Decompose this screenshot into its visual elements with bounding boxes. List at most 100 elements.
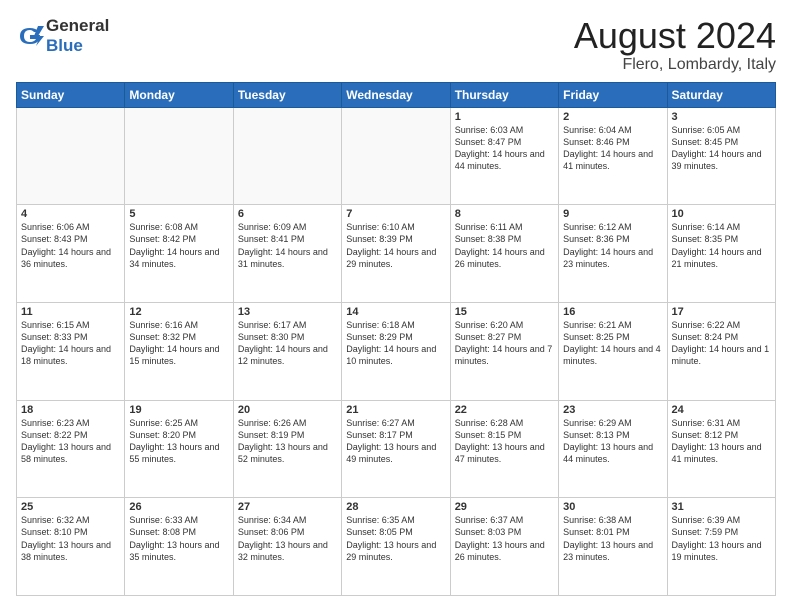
day-cell: 25Sunrise: 6:32 AM Sunset: 8:10 PM Dayli…: [17, 498, 125, 596]
day-cell: 7Sunrise: 6:10 AM Sunset: 8:39 PM Daylig…: [342, 205, 450, 303]
day-info: Sunrise: 6:28 AM Sunset: 8:15 PM Dayligh…: [455, 417, 554, 466]
day-info: Sunrise: 6:39 AM Sunset: 7:59 PM Dayligh…: [672, 514, 771, 563]
logo-blue: Blue: [46, 36, 83, 55]
day-cell: 23Sunrise: 6:29 AM Sunset: 8:13 PM Dayli…: [559, 400, 667, 498]
day-cell: 2Sunrise: 6:04 AM Sunset: 8:46 PM Daylig…: [559, 107, 667, 205]
logo-general: General: [46, 16, 109, 35]
day-number: 23: [563, 404, 662, 416]
day-number: 26: [129, 501, 228, 513]
day-number: 19: [129, 404, 228, 416]
logo-icon: [16, 22, 44, 50]
week-row-4: 18Sunrise: 6:23 AM Sunset: 8:22 PM Dayli…: [17, 400, 776, 498]
day-number: 4: [21, 208, 120, 220]
day-cell: 14Sunrise: 6:18 AM Sunset: 8:29 PM Dayli…: [342, 302, 450, 400]
day-number: 27: [238, 501, 337, 513]
day-number: 13: [238, 306, 337, 318]
day-cell: 28Sunrise: 6:35 AM Sunset: 8:05 PM Dayli…: [342, 498, 450, 596]
day-info: Sunrise: 6:04 AM Sunset: 8:46 PM Dayligh…: [563, 124, 662, 173]
day-info: Sunrise: 6:17 AM Sunset: 8:30 PM Dayligh…: [238, 319, 337, 368]
calendar-table: SundayMondayTuesdayWednesdayThursdayFrid…: [16, 82, 776, 596]
day-of-week-friday: Friday: [559, 82, 667, 107]
day-info: Sunrise: 6:11 AM Sunset: 8:38 PM Dayligh…: [455, 221, 554, 270]
day-number: 17: [672, 306, 771, 318]
day-info: Sunrise: 6:08 AM Sunset: 8:42 PM Dayligh…: [129, 221, 228, 270]
day-number: 11: [21, 306, 120, 318]
day-cell: [233, 107, 341, 205]
day-number: 6: [238, 208, 337, 220]
day-of-week-saturday: Saturday: [667, 82, 775, 107]
day-of-week-wednesday: Wednesday: [342, 82, 450, 107]
day-number: 5: [129, 208, 228, 220]
day-number: 21: [346, 404, 445, 416]
day-number: 18: [21, 404, 120, 416]
day-info: Sunrise: 6:37 AM Sunset: 8:03 PM Dayligh…: [455, 514, 554, 563]
day-info: Sunrise: 6:05 AM Sunset: 8:45 PM Dayligh…: [672, 124, 771, 173]
day-info: Sunrise: 6:06 AM Sunset: 8:43 PM Dayligh…: [21, 221, 120, 270]
day-cell: 5Sunrise: 6:08 AM Sunset: 8:42 PM Daylig…: [125, 205, 233, 303]
day-info: Sunrise: 6:31 AM Sunset: 8:12 PM Dayligh…: [672, 417, 771, 466]
day-cell: 20Sunrise: 6:26 AM Sunset: 8:19 PM Dayli…: [233, 400, 341, 498]
week-row-2: 4Sunrise: 6:06 AM Sunset: 8:43 PM Daylig…: [17, 205, 776, 303]
day-of-week-thursday: Thursday: [450, 82, 558, 107]
day-cell: [17, 107, 125, 205]
week-row-5: 25Sunrise: 6:32 AM Sunset: 8:10 PM Dayli…: [17, 498, 776, 596]
day-info: Sunrise: 6:03 AM Sunset: 8:47 PM Dayligh…: [455, 124, 554, 173]
day-info: Sunrise: 6:27 AM Sunset: 8:17 PM Dayligh…: [346, 417, 445, 466]
day-cell: 31Sunrise: 6:39 AM Sunset: 7:59 PM Dayli…: [667, 498, 775, 596]
day-number: 2: [563, 111, 662, 123]
day-cell: 1Sunrise: 6:03 AM Sunset: 8:47 PM Daylig…: [450, 107, 558, 205]
day-info: Sunrise: 6:26 AM Sunset: 8:19 PM Dayligh…: [238, 417, 337, 466]
day-info: Sunrise: 6:38 AM Sunset: 8:01 PM Dayligh…: [563, 514, 662, 563]
day-info: Sunrise: 6:35 AM Sunset: 8:05 PM Dayligh…: [346, 514, 445, 563]
day-number: 12: [129, 306, 228, 318]
day-of-week-monday: Monday: [125, 82, 233, 107]
day-info: Sunrise: 6:33 AM Sunset: 8:08 PM Dayligh…: [129, 514, 228, 563]
day-number: 20: [238, 404, 337, 416]
day-number: 30: [563, 501, 662, 513]
week-row-3: 11Sunrise: 6:15 AM Sunset: 8:33 PM Dayli…: [17, 302, 776, 400]
page: General Blue August 2024 Flero, Lombardy…: [0, 0, 792, 612]
header: General Blue August 2024 Flero, Lombardy…: [16, 16, 776, 74]
day-cell: 26Sunrise: 6:33 AM Sunset: 8:08 PM Dayli…: [125, 498, 233, 596]
day-info: Sunrise: 6:21 AM Sunset: 8:25 PM Dayligh…: [563, 319, 662, 368]
day-cell: [125, 107, 233, 205]
day-number: 29: [455, 501, 554, 513]
day-info: Sunrise: 6:09 AM Sunset: 8:41 PM Dayligh…: [238, 221, 337, 270]
day-number: 8: [455, 208, 554, 220]
day-number: 16: [563, 306, 662, 318]
day-number: 7: [346, 208, 445, 220]
day-number: 3: [672, 111, 771, 123]
location: Flero, Lombardy, Italy: [574, 56, 776, 74]
calendar-header-row: SundayMondayTuesdayWednesdayThursdayFrid…: [17, 82, 776, 107]
day-cell: 27Sunrise: 6:34 AM Sunset: 8:06 PM Dayli…: [233, 498, 341, 596]
day-info: Sunrise: 6:10 AM Sunset: 8:39 PM Dayligh…: [346, 221, 445, 270]
day-cell: 30Sunrise: 6:38 AM Sunset: 8:01 PM Dayli…: [559, 498, 667, 596]
day-info: Sunrise: 6:14 AM Sunset: 8:35 PM Dayligh…: [672, 221, 771, 270]
day-number: 24: [672, 404, 771, 416]
day-cell: 18Sunrise: 6:23 AM Sunset: 8:22 PM Dayli…: [17, 400, 125, 498]
day-number: 14: [346, 306, 445, 318]
day-info: Sunrise: 6:18 AM Sunset: 8:29 PM Dayligh…: [346, 319, 445, 368]
day-cell: 16Sunrise: 6:21 AM Sunset: 8:25 PM Dayli…: [559, 302, 667, 400]
day-cell: 15Sunrise: 6:20 AM Sunset: 8:27 PM Dayli…: [450, 302, 558, 400]
day-cell: [342, 107, 450, 205]
day-cell: 24Sunrise: 6:31 AM Sunset: 8:12 PM Dayli…: [667, 400, 775, 498]
day-number: 25: [21, 501, 120, 513]
day-cell: 9Sunrise: 6:12 AM Sunset: 8:36 PM Daylig…: [559, 205, 667, 303]
day-of-week-tuesday: Tuesday: [233, 82, 341, 107]
day-info: Sunrise: 6:15 AM Sunset: 8:33 PM Dayligh…: [21, 319, 120, 368]
day-cell: 19Sunrise: 6:25 AM Sunset: 8:20 PM Dayli…: [125, 400, 233, 498]
day-info: Sunrise: 6:20 AM Sunset: 8:27 PM Dayligh…: [455, 319, 554, 368]
day-cell: 6Sunrise: 6:09 AM Sunset: 8:41 PM Daylig…: [233, 205, 341, 303]
day-info: Sunrise: 6:23 AM Sunset: 8:22 PM Dayligh…: [21, 417, 120, 466]
day-number: 9: [563, 208, 662, 220]
day-number: 31: [672, 501, 771, 513]
day-cell: 13Sunrise: 6:17 AM Sunset: 8:30 PM Dayli…: [233, 302, 341, 400]
day-cell: 10Sunrise: 6:14 AM Sunset: 8:35 PM Dayli…: [667, 205, 775, 303]
day-cell: 4Sunrise: 6:06 AM Sunset: 8:43 PM Daylig…: [17, 205, 125, 303]
day-cell: 17Sunrise: 6:22 AM Sunset: 8:24 PM Dayli…: [667, 302, 775, 400]
day-cell: 12Sunrise: 6:16 AM Sunset: 8:32 PM Dayli…: [125, 302, 233, 400]
day-info: Sunrise: 6:34 AM Sunset: 8:06 PM Dayligh…: [238, 514, 337, 563]
week-row-1: 1Sunrise: 6:03 AM Sunset: 8:47 PM Daylig…: [17, 107, 776, 205]
day-cell: 8Sunrise: 6:11 AM Sunset: 8:38 PM Daylig…: [450, 205, 558, 303]
